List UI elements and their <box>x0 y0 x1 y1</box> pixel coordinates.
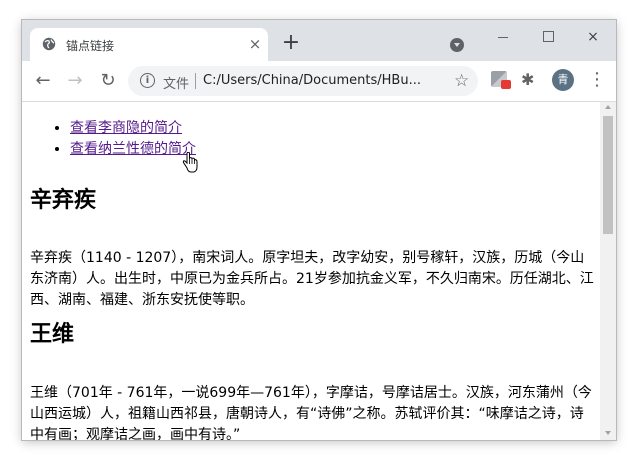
link-li-shangyin[interactable]: 查看李商隐的简介 <box>70 120 182 136</box>
list-item: 查看李商隐的简介 <box>70 118 196 139</box>
back-button[interactable]: ← <box>31 69 55 93</box>
reload-button[interactable]: ↻ <box>96 69 120 93</box>
active-tab[interactable]: 锚点链接 × <box>30 28 268 61</box>
section-body-xin-qiji: 辛弃疾（1140 - 1207），南宋词人。原字坦夫，改字幼安，别号稼轩，汉族，… <box>30 250 594 308</box>
puzzle-icon[interactable]: ✱ <box>521 70 534 89</box>
tab-title: 锚点链接 <box>66 39 115 53</box>
close-window-button[interactable]: × <box>570 25 616 49</box>
maximize-button[interactable] <box>525 25 571 49</box>
address-bar[interactable]: i 文件 C:/Users/China/Documents/HBu... ☆ <box>128 66 478 96</box>
browser-toolbar: ← → ↻ i 文件 C:/Users/China/Documents/HBu.… <box>22 61 616 102</box>
extension-badge <box>501 80 511 89</box>
info-icon[interactable]: i <box>140 73 155 88</box>
anchor-link-list: 查看李商隐的简介 查看纳兰性德的简介 <box>70 118 196 160</box>
globe-icon <box>42 37 56 51</box>
tab-search-icon[interactable] <box>450 38 464 52</box>
scroll-down-icon[interactable] <box>605 431 611 435</box>
section-heading-wang-wei: 王维 <box>30 322 75 347</box>
tab-close-icon[interactable]: × <box>247 36 263 52</box>
security-label: 文件 <box>163 77 190 92</box>
menu-icon[interactable]: ⋮ <box>588 69 606 91</box>
browser-window: 锚点链接 × + × ← → ↻ i 文件 C:/Users/China/Doc… <box>22 20 616 440</box>
section-body-wang-wei: 王维（701年 - 761年，一说699年—761年），字摩诘，号摩诘居士。汉族… <box>30 385 592 440</box>
scroll-up-icon[interactable] <box>605 105 611 109</box>
address-separator <box>195 73 196 89</box>
minimize-button[interactable] <box>480 25 526 49</box>
hand-cursor-icon <box>182 152 198 173</box>
avatar[interactable]: 青 <box>552 69 574 91</box>
link-nalan-xingde[interactable]: 查看纳兰性德的简介 <box>70 141 196 157</box>
tab-strip: 锚点链接 × + × <box>22 20 616 61</box>
list-item: 查看纳兰性德的简介 <box>70 139 196 160</box>
bookmark-star-icon[interactable]: ☆ <box>454 71 469 91</box>
section-heading-xin-qiji: 辛弃疾 <box>30 188 97 213</box>
page-content: 查看李商隐的简介 查看纳兰性德的简介 辛弃疾 辛弃疾（1140 - 1207），… <box>22 102 600 440</box>
new-tab-button[interactable]: + <box>280 32 302 55</box>
scroll-thumb[interactable] <box>603 116 613 234</box>
vertical-scrollbar[interactable] <box>600 102 616 440</box>
url-text[interactable]: C:/Users/China/Documents/HBu... <box>203 73 421 88</box>
forward-button[interactable]: → <box>63 69 87 93</box>
maximize-icon <box>543 31 554 42</box>
minimize-icon <box>498 37 508 38</box>
